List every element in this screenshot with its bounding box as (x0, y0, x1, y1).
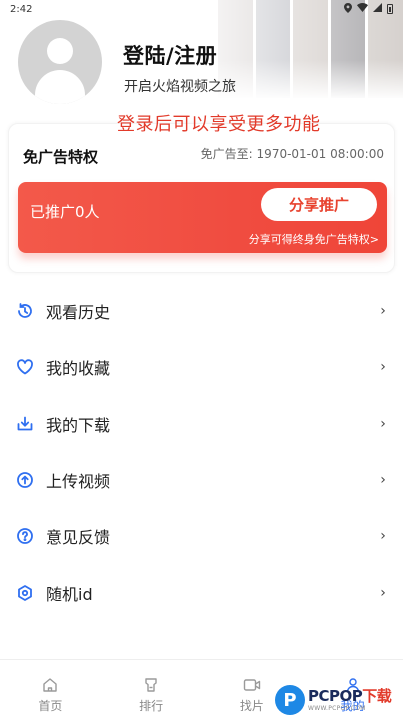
heart-icon (16, 358, 34, 376)
menu-item-label: 我的下载 (46, 415, 111, 435)
status-icons (344, 2, 393, 16)
menu-item-random-id[interactable]: 随机id › (0, 564, 403, 620)
adfree-card: 免广告特权 免广告至: 1970-01-01 08:00:00 已推广0人 分享… (8, 123, 395, 273)
watermark-main-text: PCPOP (308, 686, 363, 705)
adfree-title: 免广告特权 (23, 148, 99, 166)
chevron-right-icon: › (380, 359, 386, 376)
menu-item-label: 上传视频 (46, 472, 111, 492)
tab-home[interactable]: 首页 (0, 660, 101, 720)
promo-banner[interactable]: 已推广0人 分享推广 分享可得终身免广告特权> (18, 182, 387, 253)
tab-rank[interactable]: 排行 (101, 660, 202, 720)
rank-icon (142, 676, 160, 694)
login-subtitle: 开启火焰视频之旅 (124, 79, 236, 95)
menu-item-upload[interactable]: 上传视频 › (0, 452, 403, 508)
menu-item-downloads[interactable]: 我的下载 › (0, 396, 403, 452)
watermark-accent-text: 下载 (362, 686, 392, 705)
battery-icon (387, 4, 393, 14)
question-icon (16, 527, 34, 545)
login-register-link[interactable]: 登陆/注册 (123, 40, 217, 70)
chevron-right-icon: › (380, 303, 386, 320)
menu-item-label: 随机id (46, 584, 93, 604)
menu-item-favorites[interactable]: 我的收藏 › (0, 339, 403, 395)
menu-item-label: 我的收藏 (46, 359, 111, 379)
upload-icon (16, 471, 34, 489)
share-promo-button[interactable]: 分享推广 (261, 188, 377, 221)
menu-item-history[interactable]: 观看历史 › (0, 283, 403, 339)
menu-item-feedback[interactable]: 意见反馈 › (0, 508, 403, 564)
video-icon (243, 676, 261, 694)
tab-label: 排行 (139, 699, 164, 713)
chevron-right-icon: › (380, 472, 386, 489)
avatar-head-icon (47, 38, 73, 64)
adfree-expiry-label: 免广告至: (200, 147, 253, 161)
download-icon (16, 415, 34, 433)
status-bar: 2:42 (0, 0, 403, 18)
home-icon (41, 676, 59, 694)
adfree-expiry: 免广告至: 1970-01-01 08:00:00 (201, 145, 384, 162)
history-icon (16, 302, 34, 320)
menu-item-label: 意见反馈 (46, 528, 111, 548)
login-hint: 登录后可以享受更多功能 (117, 114, 321, 135)
tab-label: 首页 (38, 699, 63, 713)
avatar[interactable] (18, 20, 102, 104)
chevron-right-icon: › (380, 415, 386, 432)
hexagon-icon (16, 584, 34, 602)
menu-item-label: 观看历史 (46, 303, 111, 323)
status-time: 2:42 (10, 3, 33, 15)
location-icon (344, 2, 352, 16)
adfree-expiry-value: 1970-01-01 08:00:00 (256, 147, 384, 161)
watermark-sub-text: WWW.PCPOP.COM (308, 704, 366, 712)
wifi-icon (357, 3, 368, 15)
watermark-logo-icon: P (275, 685, 305, 715)
tab-label: 找片 (239, 699, 264, 713)
chevron-right-icon: › (380, 584, 386, 601)
watermark: P PCPOP下载 WWW.PCPOP.COM (275, 682, 399, 718)
signal-icon (373, 3, 382, 15)
menu-list: 观看历史 › 我的收藏 › 我的下载 › 上传视频 › 意见反馈 › 随机id … (0, 283, 403, 621)
promo-description-link[interactable]: 分享可得终身免广告特权> (249, 231, 379, 247)
chevron-right-icon: › (380, 528, 386, 545)
promo-count: 已推广0人 (30, 203, 100, 221)
profile-header: 登陆/注册 开启火焰视频之旅 (0, 0, 403, 125)
